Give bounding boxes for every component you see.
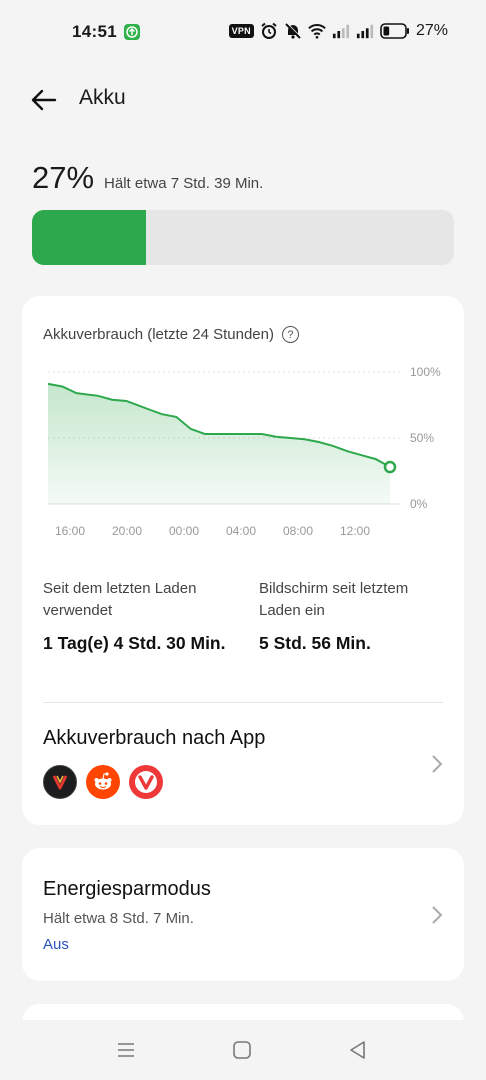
app-usage-title: Akkuverbrauch nach App (43, 727, 266, 749)
battery-usage-card: Akkuverbrauch (letzte 24 Stunden) ? 100%… (22, 296, 464, 825)
since-charge-stat: Seit dem letzten Laden verwendet 1 Tag(e… (43, 578, 233, 656)
battery-level-row: 27% Hält etwa 7 Std. 39 Min. (32, 160, 263, 196)
battery-level-fill (32, 210, 146, 265)
since-charge-label: Seit dem letzten Laden verwendet (43, 580, 197, 619)
signal-icon (332, 24, 350, 39)
chart-x-tick-label: 04:00 (226, 524, 256, 538)
battery-usage-chart: 100% 50% 0% 16:00 20:00 00:00 04:00 08:00 12:00 (47, 365, 441, 538)
chart-y-tick-label: 100% (410, 365, 441, 379)
energy-saver-state: Aus (43, 936, 69, 953)
status-bar: 14:51 VPN 27% (0, 0, 486, 64)
app-icon-list (43, 765, 163, 799)
chart-area (48, 383, 390, 504)
alarm-icon (261, 22, 277, 39)
battery-remaining-time: Hält etwa 7 Std. 39 Min. (104, 175, 264, 192)
reddit-icon (86, 765, 120, 799)
signal-icon (356, 24, 374, 39)
chart-header: Akkuverbrauch (letzte 24 Stunden) ? (43, 326, 299, 343)
app-usage-row[interactable]: Akkuverbrauch nach App (22, 703, 464, 825)
battery-percent: 27% (32, 160, 95, 195)
wifi-icon (308, 24, 326, 39)
back-arrow-icon[interactable] (28, 84, 60, 116)
energy-saver-estimate: Hält etwa 8 Std. 7 Min. (43, 910, 194, 927)
vpn-icon: VPN (228, 24, 254, 38)
vivaldi-icon (129, 765, 163, 799)
chart-y-tick-label: 0% (410, 497, 428, 511)
chart-title: Akkuverbrauch (letzte 24 Stunden) (43, 326, 274, 343)
chevron-right-icon (432, 755, 443, 773)
navigation-bar (0, 1020, 486, 1080)
energy-saver-card[interactable]: Energiesparmodus Hält etwa 8 Std. 7 Min.… (22, 848, 464, 981)
back-icon[interactable] (346, 1038, 370, 1062)
page-title: Akku (79, 86, 126, 109)
chart-x-tick-label: 12:00 (340, 524, 370, 538)
chart-current-point (383, 460, 397, 474)
app-header: Akku (0, 72, 486, 128)
help-icon[interactable]: ? (281, 326, 299, 343)
chart-x-tick-label: 20:00 (112, 524, 142, 538)
mute-icon (285, 22, 302, 39)
battery-icon (380, 23, 409, 39)
chart-x-tick-label: 08:00 (283, 524, 313, 538)
menu-icon[interactable] (114, 1038, 138, 1062)
clock: 14:51 (72, 22, 117, 41)
screen-on-value: 5 Std. 56 Min. (259, 633, 371, 653)
screen-on-label: Bildschirm seit letztem Laden ein (259, 580, 409, 619)
status-icons: VPN 27% (228, 22, 448, 40)
battery-level-bar (32, 210, 454, 265)
status-battery-percent: 27% (415, 22, 448, 39)
chart-x-tick-label: 00:00 (169, 524, 199, 538)
energy-saver-title: Energiesparmodus (43, 878, 211, 900)
since-charge-value: 1 Tag(e) 4 Std. 30 Min. (43, 633, 226, 653)
chevron-right-icon (432, 906, 443, 924)
vivaldi-snapshot-icon (43, 765, 77, 799)
screen-on-stat: Bildschirm seit letztem Laden ein 5 Std.… (259, 578, 449, 656)
update-icon (124, 24, 140, 40)
home-icon[interactable] (230, 1038, 254, 1062)
chart-y-tick-label: 50% (410, 431, 434, 445)
chart-x-tick-label: 16:00 (55, 524, 85, 538)
